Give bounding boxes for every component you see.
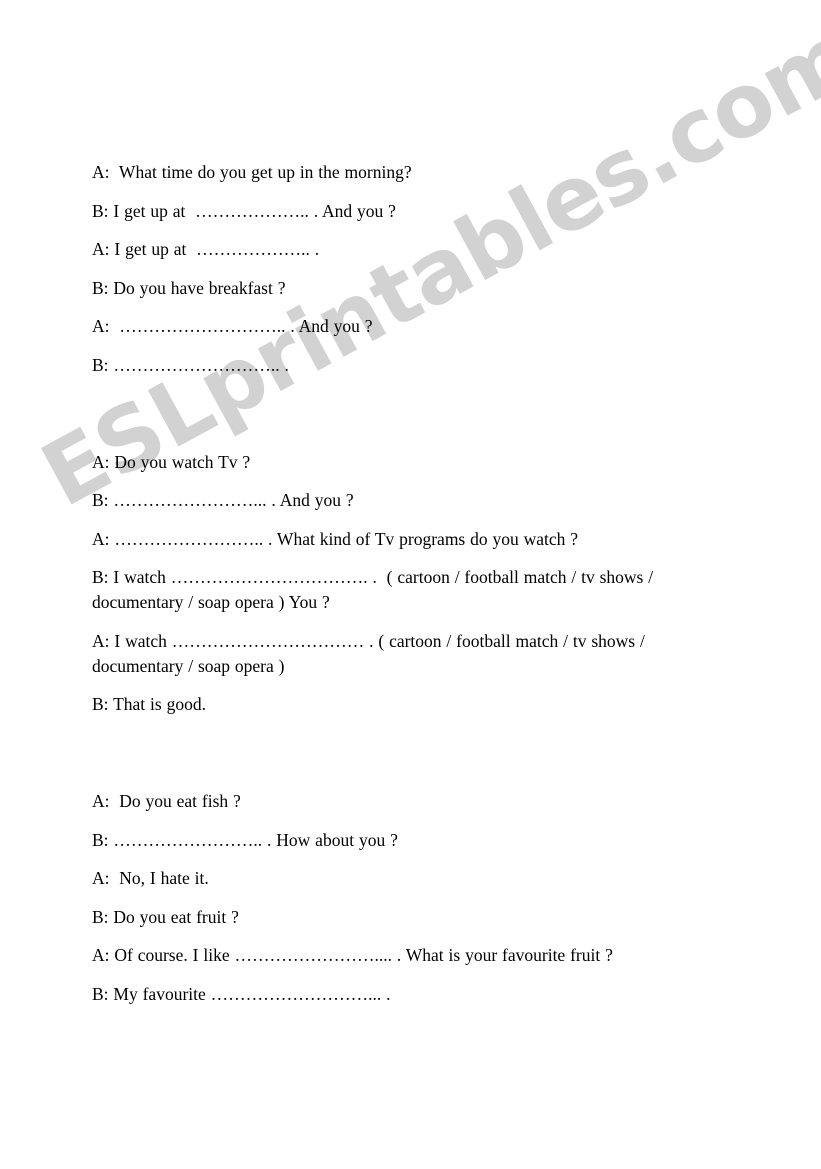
dialogue-line: A: ……………………….. . And you ? xyxy=(92,316,373,336)
dialogue-line: B: I get up at ……………….. . And you ? xyxy=(92,200,396,221)
dialogue-line: A: …………………….. . What kind of Tv programs… xyxy=(92,528,579,549)
dialogue-line: B: ……………………... . And you ? xyxy=(92,490,354,510)
dialogue-section-food: A: Do you eat fish ? B: …………………….. . How… xyxy=(92,789,692,1007)
dialogue-line: B: My favourite ………………………... . xyxy=(92,983,391,1004)
dialogue-line: B: I watch ……………………………. . ( cartoon / fo… xyxy=(92,567,658,612)
dialogue-section-tv: A: Do you watch Tv ? B: ……………………... . An… xyxy=(92,450,692,718)
dialogue-line: A: What time do you get up in the mornin… xyxy=(92,162,412,182)
dialogue-section-morning-routine: A: What time do you get up in the mornin… xyxy=(92,160,692,378)
dialogue-line: A: No, I hate it. xyxy=(92,868,209,888)
worksheet-page: ESLprintables.com A: What time do you ge… xyxy=(0,0,821,1169)
worksheet-content: A: What time do you get up in the mornin… xyxy=(92,160,692,1007)
dialogue-line: B: Do you eat fruit ? xyxy=(92,906,239,927)
dialogue-line: A: Do you watch Tv ? xyxy=(92,451,251,472)
dialogue-line: A: Do you eat fish ? xyxy=(92,791,241,811)
dialogue-line: B: Do you have breakfast ? xyxy=(92,277,286,298)
dialogue-line: A: I watch …………………………… . ( cartoon / foo… xyxy=(92,630,650,676)
dialogue-line: A: I get up at ……………….. . xyxy=(92,239,320,259)
dialogue-line: A: Of course. I like …………………….... . What… xyxy=(92,945,613,965)
dialogue-line: B: That is good. xyxy=(92,694,206,714)
dialogue-line: B: ……………………….. . xyxy=(92,354,289,375)
dialogue-line: B: …………………….. . How about you ? xyxy=(92,829,398,850)
